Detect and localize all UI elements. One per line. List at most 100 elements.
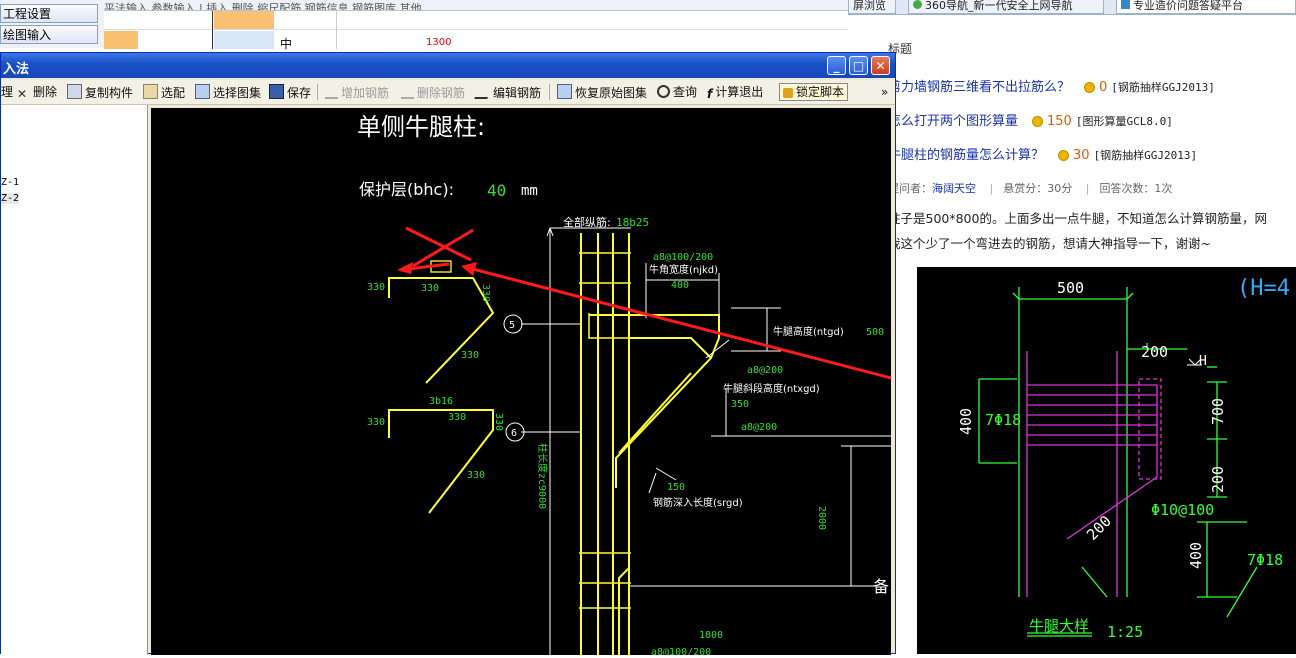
seg-330-h[interactable]: 330 — [467, 470, 485, 481]
question-body-line: 我这个少了一个弯进去的钢筋，想请大神指导一下，谢谢~ — [888, 236, 1211, 251]
tree-item[interactable]: Z-2 — [1, 193, 20, 204]
asker-link[interactable]: 海阔天空 — [932, 182, 976, 195]
reward-text: 悬赏分：30分 — [1003, 182, 1073, 195]
lock-script-button[interactable]: 锁定脚本 — [779, 83, 849, 101]
bottom-bars-3b16[interactable]: 3b16 — [429, 396, 453, 407]
query-button[interactable]: 查询 — [657, 84, 697, 101]
corbel-height-value[interactable]: 500 — [866, 327, 884, 338]
length-1800[interactable]: 1800 — [699, 630, 723, 641]
choose-atlas-button[interactable]: 选择图集 — [195, 84, 261, 101]
anchor-length-label: 钢筋深入长度(srgd) — [653, 496, 743, 509]
browser-tabbar: 屏浏览 360导航_新一代安全上网导航 专业造价问题答疑平台 — [848, 0, 1296, 15]
select-config-button[interactable]: 选配 — [143, 84, 185, 101]
restore-atlas-button[interactable]: 恢复原始图集 — [557, 84, 647, 101]
nav-drawing-input[interactable]: 绘图输入 — [0, 25, 98, 44]
toolbar-more-button[interactable]: » — [881, 84, 888, 101]
question-category[interactable]: [钢筋抽样GGJ2013] — [1094, 149, 1198, 162]
save-icon — [269, 84, 284, 99]
tab-label: 360导航_新一代安全上网导航 — [925, 0, 1073, 12]
query-label: 查询 — [673, 85, 698, 99]
coin-icon — [1084, 82, 1096, 93]
question-row: 剪力墙钢筋三维看不出拉筋么？ 0 [钢筋抽样GGJ2013] — [888, 76, 1215, 95]
tab-label: 屏浏览 — [853, 0, 886, 12]
seg-330-g[interactable]: 330 — [493, 413, 504, 431]
question-link[interactable]: 牛腿柱的钢筋量怎么计算？ — [888, 148, 1044, 163]
add-rebar-icon — [325, 84, 338, 99]
corbel-detail-image: 500 (H=4 200 H 7Φ18 700 200 Φ10@100 200 … — [917, 267, 1296, 654]
anchor-150[interactable]: 150 — [667, 482, 685, 493]
delete-label: 删除 — [33, 85, 58, 99]
circle-6-label: 6 — [511, 428, 517, 439]
question-category[interactable]: [钢筋抽样GGJ2013] — [1111, 81, 1215, 94]
seg-330-b[interactable]: 330 — [421, 283, 439, 294]
stirrup-a8-100[interactable]: a8@100/200 — [653, 252, 713, 263]
corner-width-value[interactable]: 400 — [671, 280, 689, 291]
detail-scale: 1:25 — [1107, 623, 1143, 641]
delete-rebar-button[interactable]: 删除钢筋 — [401, 84, 465, 101]
grid-marker: 中 — [280, 37, 293, 51]
atlas-icon — [195, 84, 210, 99]
tree-item[interactable]: Z-1 — [1, 177, 19, 188]
cover-value[interactable]: 40 — [487, 181, 506, 200]
question-meta: 提问者：海阔天空 | 悬赏分：30分 | 回答次数：1次 — [888, 182, 1173, 195]
add-rebar-button[interactable]: 增加钢筋 — [325, 84, 389, 101]
reward-count: 0 — [1099, 80, 1108, 95]
maximize-button[interactable]: □ — [849, 56, 868, 75]
dialog-titlebar[interactable]: 入法 _ □ ✕ — [1, 53, 895, 78]
delete-rebar-icon — [401, 84, 414, 99]
delete-rebar-label: 删除钢筋 — [417, 86, 466, 100]
delete-button[interactable]: ✕ 删除 — [17, 84, 57, 101]
question-category[interactable]: [图形算量GCL8.0] — [1076, 115, 1173, 128]
height-700: 700 — [1209, 398, 1227, 425]
restore-label: 恢复原始图集 — [575, 86, 648, 100]
width-500: 500 — [1057, 279, 1084, 297]
column-length[interactable]: 柱长度zc9000 — [536, 443, 549, 509]
edit-rebar-label: 编辑钢筋 — [493, 86, 542, 100]
bars-7-18b: 7Φ18 — [1247, 551, 1283, 569]
browser-tab-3[interactable]: 专业造价问题答疑平台 — [1116, 0, 1296, 14]
slope-height-label: 牛腿斜段高度(ntxgd) — [723, 382, 820, 395]
copy-component-button[interactable]: 复制构件 — [67, 84, 133, 101]
seg-330-c[interactable]: 330 — [480, 284, 491, 302]
cad-title: 单侧牛腿柱: — [357, 113, 485, 141]
nav-project-settings[interactable]: 工程设置 — [0, 4, 98, 23]
edit-rebar-button[interactable]: 编辑钢筋 — [474, 84, 542, 101]
save-button[interactable]: 保存 — [269, 84, 311, 101]
question-body-line: 柱子是500*800的。上面多出一点牛腿，不知道怎么计算钢筋量，网 — [888, 211, 1267, 226]
lock-script-label: 锁定脚本 — [796, 85, 845, 99]
dialog-title: 入法 — [3, 62, 30, 77]
note-mark: 备 — [873, 577, 889, 596]
question-row: 牛腿柱的钢筋量怎么计算？ 30 [钢筋抽样GGJ2013] — [888, 144, 1197, 163]
question-row: 怎么打开两个图形算量 150 [图形算量GCL8.0] — [888, 110, 1173, 129]
browser-tab-2[interactable]: 360导航_新一代安全上网导航 — [908, 0, 1104, 14]
manage-button[interactable]: 理 — [1, 84, 13, 101]
calc-exit-button[interactable]: f 计算退出 — [707, 84, 763, 101]
choose-atlas-label: 选择图集 — [213, 86, 262, 100]
circle-5-label: 5 — [509, 320, 515, 331]
lock-icon — [783, 88, 793, 98]
binoculars-icon — [657, 85, 670, 98]
seg-330-a[interactable]: 330 — [367, 282, 385, 293]
stirrup-a8-200-a[interactable]: a8@200 — [747, 365, 783, 376]
width-200: 200 — [1141, 343, 1168, 361]
minimize-button[interactable]: _ — [827, 56, 846, 75]
seg-330-e[interactable]: 330 — [367, 417, 385, 428]
seg-330-d[interactable]: 330 — [461, 350, 479, 361]
cad-canvas[interactable]: 单侧牛腿柱: 保护层(bhc): 40 mm 全部纵筋: 18b25 a8@10… — [151, 108, 892, 658]
question-link[interactable]: 剪力墙钢筋三维看不出拉筋么？ — [888, 80, 1070, 95]
close-button[interactable]: ✕ — [871, 56, 890, 75]
height-2000[interactable]: 2000 — [816, 506, 827, 530]
toolbar-separator — [549, 84, 550, 100]
slope-height-value[interactable]: 350 — [731, 399, 749, 410]
stirrup-label: Φ10@100 — [1151, 501, 1214, 519]
page-icon — [1121, 0, 1130, 9]
cover-label: 保护层(bhc): — [359, 180, 454, 199]
question-link[interactable]: 怎么打开两个图形算量 — [888, 114, 1018, 129]
grid-value: 1300 — [426, 37, 452, 48]
browser-tab-1[interactable]: 屏浏览 — [848, 0, 896, 14]
answer-count: 回答次数：1次 — [1099, 182, 1173, 195]
seg-330-f[interactable]: 330 — [448, 412, 466, 423]
all-long-value[interactable]: 18b25 — [616, 216, 649, 229]
stirrup-a8-200-b[interactable]: a8@200 — [741, 422, 777, 433]
select-icon — [143, 84, 158, 99]
